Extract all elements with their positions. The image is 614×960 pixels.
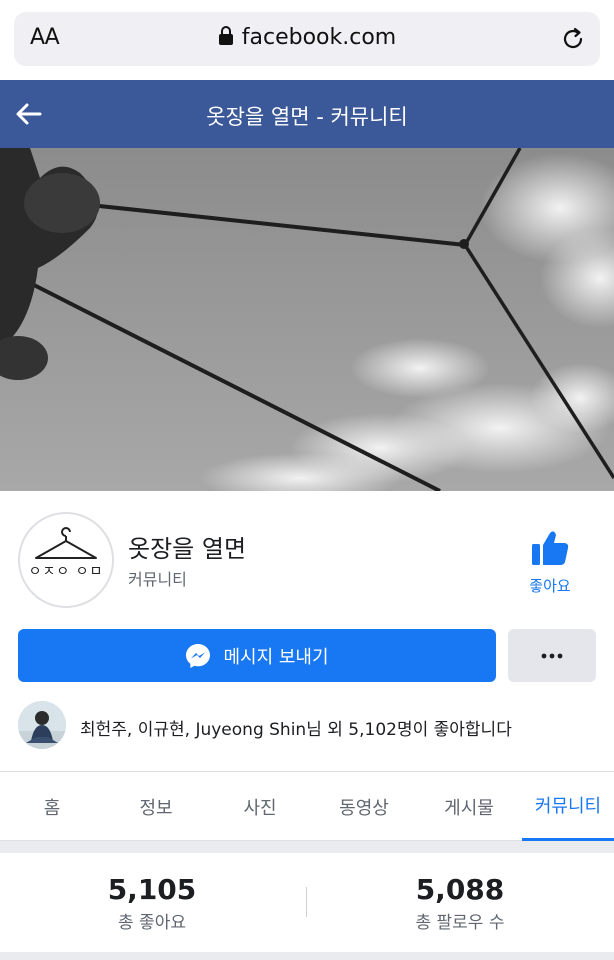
like-button[interactable]: 좋아요 <box>520 529 580 596</box>
tab-posts[interactable]: 게시물 <box>416 772 522 841</box>
stats-separator <box>306 887 307 917</box>
friends-like-row[interactable]: 최헌주, 이규현, Juyeong Shin님 외 5,102명이 좋아합니다 <box>18 700 608 756</box>
browser-bar: AA facebook.com <box>0 0 614 80</box>
url-text: facebook.com <box>241 25 397 50</box>
lock-icon <box>218 26 233 45</box>
tab-about[interactable]: 정보 <box>104 772 208 841</box>
page-tabs: 홈 정보 사진 동영상 게시물 커뮤니티 <box>0 771 614 841</box>
community-stats: 5,105 총 좋아요 5,088 총 팔로우 수 <box>0 853 614 960</box>
url-display[interactable]: facebook.com <box>14 25 600 50</box>
header-title: 옷장을 열면 - 커뮤니티 <box>206 105 408 129</box>
section-divider <box>0 841 614 853</box>
more-icon <box>541 653 563 658</box>
page-profile: ㅇㅈㅇ ㅇㅁ 옷장을 열면 커뮤니티 좋아요 <box>0 491 614 621</box>
total-likes-stat: 5,105 총 좋아요 <box>52 873 252 933</box>
thumbs-up-icon <box>532 531 569 565</box>
page-header: 옷장을 열면 - 커뮤니티 <box>0 80 614 148</box>
tab-home[interactable]: 홈 <box>0 772 104 841</box>
total-followers-value: 5,088 <box>415 873 505 906</box>
cover-photo[interactable] <box>0 148 614 491</box>
friends-like-text: 최헌주, 이규현, Juyeong Shin님 외 5,102명이 좋아합니다 <box>80 720 512 740</box>
like-label: 좋아요 <box>529 577 571 595</box>
reload-icon[interactable] <box>560 26 586 52</box>
svg-text:ㅇㅈㅇ ㅇㅁ: ㅇㅈㅇ ㅇㅁ <box>29 564 104 580</box>
page-name: 옷장을 열면 <box>128 535 247 563</box>
friend-avatar <box>18 701 66 749</box>
send-message-button[interactable]: 메시지 보내기 <box>18 629 496 682</box>
send-message-label: 메시지 보내기 <box>223 646 329 668</box>
tab-photos[interactable]: 사진 <box>208 772 312 841</box>
page-category[interactable]: 커뮤니티 <box>128 566 187 590</box>
messenger-icon <box>186 643 211 668</box>
tab-community[interactable]: 커뮤니티 <box>522 772 614 841</box>
address-bar[interactable]: AA facebook.com <box>14 12 600 66</box>
bottom-divider <box>0 952 614 960</box>
total-likes-value: 5,105 <box>107 873 197 906</box>
cover-image <box>0 148 614 491</box>
hanger-logo-icon: ㅇㅈㅇ ㅇㅁ <box>20 514 112 606</box>
total-followers-stat: 5,088 총 팔로우 수 <box>360 873 560 933</box>
page-avatar[interactable]: ㅇㅈㅇ ㅇㅁ <box>18 512 114 608</box>
total-followers-label: 총 팔로우 수 <box>415 913 505 933</box>
tab-videos[interactable]: 동영상 <box>312 772 416 841</box>
total-likes-label: 총 좋아요 <box>118 913 186 933</box>
more-button[interactable] <box>508 629 596 682</box>
